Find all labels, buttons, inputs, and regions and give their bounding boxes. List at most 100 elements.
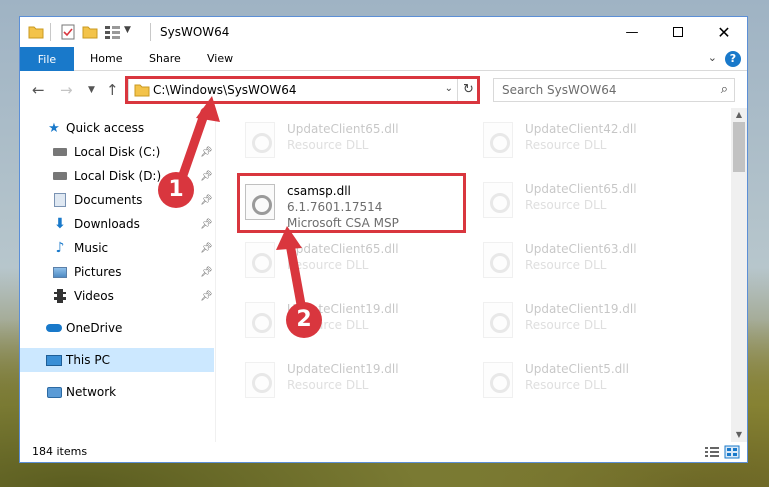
navigation-pane: ★ Quick access Local Disk (C:) 📌︎ Local … <box>20 108 216 442</box>
drive-icon <box>52 168 68 184</box>
dll-file-icon <box>245 242 275 278</box>
view-options-icon[interactable] <box>104 24 122 40</box>
close-icon: ✕ <box>717 22 731 42</box>
properties-icon[interactable] <box>60 24 76 40</box>
list-item[interactable]: UpdateClient63.dll Resource DLL <box>475 234 695 290</box>
file-list: UpdateClient65.dll Resource DLL csamsp.d… <box>217 108 731 442</box>
file-type: Resource DLL <box>525 378 607 392</box>
sidebar-item-music[interactable]: ♪ Music 📌︎ <box>20 236 214 260</box>
vertical-scrollbar[interactable]: ▲ ▼ <box>731 108 747 442</box>
search-icon[interactable]: ⌕ <box>721 82 728 97</box>
file-name: UpdateClient19.dll <box>287 362 399 376</box>
file-name: UpdateClient65.dll <box>287 242 399 256</box>
close-button[interactable]: ✕ <box>701 17 747 47</box>
scroll-thumb[interactable] <box>733 122 745 172</box>
sidebar-item-local-disk-c[interactable]: Local Disk (C:) 📌︎ <box>20 140 214 164</box>
minimize-button[interactable]: — <box>609 17 655 47</box>
status-bar: 184 items <box>20 442 747 462</box>
tab-file[interactable]: File <box>20 47 74 71</box>
folder-icon <box>28 26 44 39</box>
star-icon: ★ <box>48 120 60 136</box>
dll-file-icon <box>245 302 275 338</box>
ribbon: File Home Share View ⌄ ? <box>20 47 747 71</box>
file-type: Resource DLL <box>287 378 369 392</box>
list-item[interactable]: UpdateClient19.dll Resource DLL <box>475 294 695 350</box>
list-item[interactable]: UpdateClient42.dll Resource DLL <box>475 114 695 170</box>
sidebar-item-quick-access[interactable]: ★ Quick access <box>20 116 214 140</box>
list-item[interactable]: UpdateClient65.dll Resource DLL <box>237 234 457 290</box>
computer-icon <box>46 352 62 368</box>
videos-icon <box>52 288 68 304</box>
details-view-icon[interactable] <box>704 445 720 459</box>
sidebar-item-label: Documents <box>74 193 143 207</box>
sidebar-item-videos[interactable]: Videos 📌︎ <box>20 284 214 308</box>
recent-locations-chevron-icon[interactable]: ▼ <box>88 85 95 95</box>
up-arrow-icon[interactable]: ↑ <box>106 81 119 99</box>
sidebar-item-label: Quick access <box>66 121 145 135</box>
scroll-up-icon[interactable]: ▲ <box>731 108 747 122</box>
file-type: Resource DLL <box>287 258 369 272</box>
pin-icon: 📌︎ <box>200 290 213 302</box>
file-type: Resource DLL <box>287 138 369 152</box>
file-highlight-box <box>237 173 466 233</box>
sidebar-item-label: Music <box>74 241 109 255</box>
sidebar-item-network[interactable]: Network <box>20 380 214 404</box>
file-name: UpdateClient19.dll <box>525 302 637 316</box>
maximize-icon <box>673 27 683 37</box>
pin-icon: 📌︎ <box>200 170 213 182</box>
sidebar-item-downloads[interactable]: ⬇ Downloads 📌︎ <box>20 212 214 236</box>
item-count: 184 items <box>32 445 88 458</box>
step-1-badge: 1 <box>158 172 194 208</box>
tab-view[interactable]: View <box>207 52 233 65</box>
step-2-badge: 2 <box>286 302 322 338</box>
tab-home[interactable]: Home <box>90 52 122 65</box>
file-type: Resource DLL <box>525 318 607 332</box>
new-folder-icon[interactable] <box>82 24 98 40</box>
back-arrow-icon[interactable]: ← <box>32 81 45 99</box>
documents-icon <box>52 192 68 208</box>
download-icon: ⬇ <box>54 216 66 232</box>
maximize-button[interactable] <box>655 17 701 47</box>
title-separator <box>150 23 151 41</box>
file-type: Resource DLL <box>525 198 607 212</box>
sidebar-item-label: Videos <box>74 289 114 303</box>
dll-file-icon <box>483 182 513 218</box>
scroll-down-icon[interactable]: ▼ <box>731 428 747 442</box>
sidebar-item-label: This PC <box>66 353 110 367</box>
sidebar-item-this-pc[interactable]: This PC <box>20 348 214 372</box>
file-name: UpdateClient65.dll <box>525 182 637 196</box>
network-icon <box>46 384 62 400</box>
large-icons-view-icon[interactable] <box>724 445 740 459</box>
search-box[interactable]: Search SysWOW64 ⌕ <box>493 78 735 102</box>
sidebar-item-label: Downloads <box>74 217 140 231</box>
file-type: Resource DLL <box>525 138 607 152</box>
pin-icon: 📌︎ <box>200 194 213 206</box>
dll-file-icon <box>483 242 513 278</box>
dll-file-icon <box>483 122 513 158</box>
sidebar-item-pictures[interactable]: Pictures 📌︎ <box>20 260 214 284</box>
dll-file-icon <box>245 362 275 398</box>
music-icon: ♪ <box>55 240 65 256</box>
minimize-icon: — <box>625 24 639 40</box>
pin-icon: 📌︎ <box>200 146 213 158</box>
dll-file-icon <box>483 362 513 398</box>
expand-ribbon-chevron-icon[interactable]: ⌄ <box>708 51 717 64</box>
sidebar-item-onedrive[interactable]: OneDrive <box>20 316 214 340</box>
list-item[interactable]: UpdateClient5.dll Resource DLL <box>475 354 695 410</box>
help-icon[interactable]: ? <box>725 51 741 67</box>
pictures-icon <box>52 264 68 280</box>
window-title: SysWOW64 <box>160 25 230 39</box>
title-bar: ▼ SysWOW64 — ✕ <box>20 17 747 47</box>
dll-file-icon <box>483 302 513 338</box>
list-item[interactable]: UpdateClient65.dll Resource DLL <box>475 174 695 230</box>
pin-icon: 📌︎ <box>200 218 213 230</box>
list-item[interactable]: UpdateClient19.dll Resource DLL <box>237 294 457 350</box>
list-item[interactable]: UpdateClient19.dll Resource DLL <box>237 354 457 410</box>
sidebar-item-label: Pictures <box>74 265 122 279</box>
list-item[interactable]: UpdateClient65.dll Resource DLL <box>237 114 457 170</box>
customize-toolbar-chevron-icon[interactable]: ▼ <box>124 25 131 41</box>
file-name: UpdateClient65.dll <box>287 122 399 136</box>
search-input[interactable]: Search SysWOW64 <box>502 83 616 97</box>
forward-arrow-icon[interactable]: → <box>60 81 73 99</box>
tab-share[interactable]: Share <box>149 52 181 65</box>
